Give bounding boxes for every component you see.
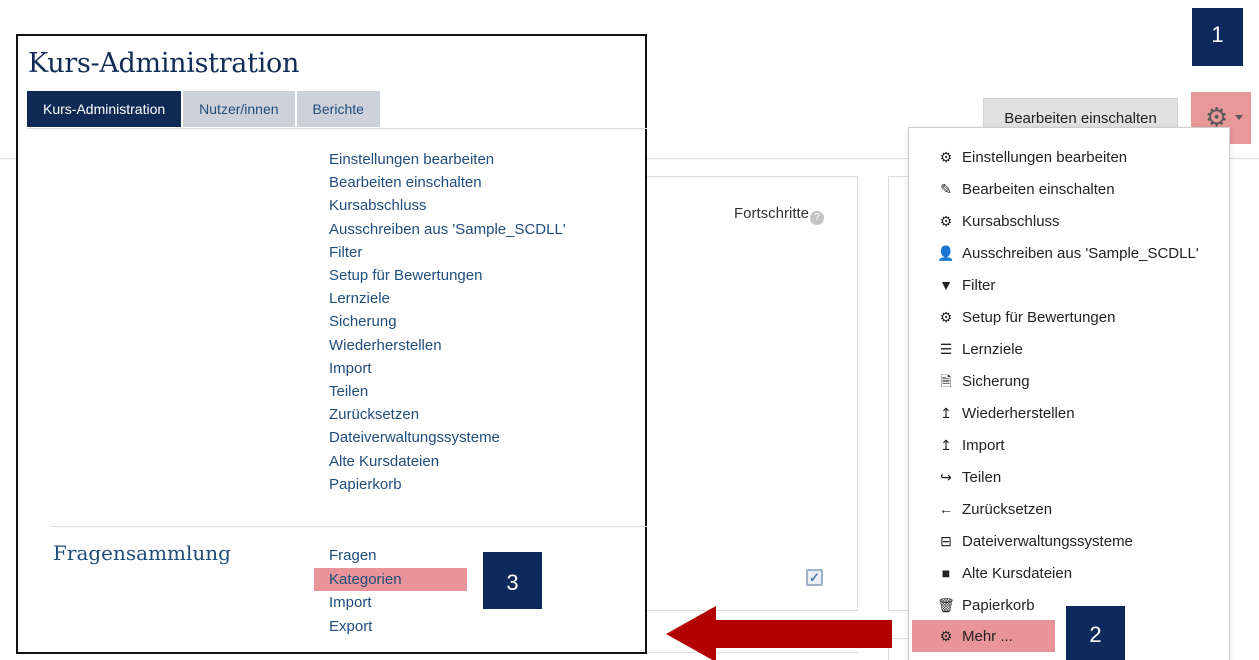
- menu-item-label: Teilen: [962, 468, 1002, 486]
- menu-item-label: Filter: [962, 276, 996, 294]
- share-icon: ↪: [940, 469, 952, 485]
- folder-icon: ■: [941, 565, 951, 581]
- menu-item-turn-editing-on[interactable]: ✎ Bearbeiten einschalten: [909, 173, 1229, 205]
- menu-item-label: Bearbeiten einschalten: [962, 180, 1115, 198]
- tabs-underline: [27, 128, 647, 129]
- menu-item-label: Dateiverwaltungssysteme: [962, 532, 1133, 550]
- menu-item-restore[interactable]: ↥ Wiederherstellen: [909, 397, 1229, 429]
- link-import[interactable]: Import: [329, 357, 629, 380]
- course-administration-panel: Kurs-Administration Kurs-Administration …: [16, 34, 647, 654]
- question-bank-heading: Fragensammlung: [53, 541, 231, 565]
- link-recycle-bin[interactable]: Papierkorb: [329, 473, 629, 496]
- trash-icon: 🗑: [937, 597, 955, 613]
- link-categories[interactable]: Kategorien: [314, 567, 467, 591]
- link-restore[interactable]: Wiederherstellen: [329, 334, 629, 357]
- gear-icon: ⚙: [939, 309, 953, 325]
- menu-item-repositories[interactable]: ⊟ Dateiverwaltungssysteme: [909, 525, 1229, 557]
- link-question-import[interactable]: Import: [329, 591, 489, 615]
- menu-item-label: Zurücksetzen: [962, 500, 1053, 518]
- link-turn-editing-on[interactable]: Bearbeiten einschalten: [329, 171, 629, 194]
- menu-item-label: Setup für Bewertungen: [962, 308, 1116, 326]
- menu-item-share[interactable]: ↪ Teilen: [909, 461, 1229, 493]
- menu-item-label: Einstellungen bearbeiten: [962, 148, 1128, 166]
- progress-label-text: Fortschritte: [734, 205, 810, 222]
- menu-item-more[interactable]: ⚙ Mehr ...: [912, 620, 1055, 652]
- upload-icon: ↥: [940, 405, 952, 421]
- menu-item-label: Alte Kursdateien: [962, 564, 1073, 582]
- menu-item-backup[interactable]: 🗎 Sicherung: [909, 365, 1229, 397]
- link-filter[interactable]: Filter: [329, 241, 629, 264]
- progress-label: Fortschritte?: [734, 205, 825, 225]
- user-icon: 👤: [937, 245, 955, 261]
- gear-icon: ⚙: [939, 213, 953, 229]
- menu-item-filter[interactable]: ▼ Filter: [909, 269, 1229, 301]
- menu-item-reset[interactable]: ← Zurücksetzen: [909, 493, 1229, 525]
- link-outcomes[interactable]: Lernziele: [329, 287, 629, 310]
- menu-item-label: Sicherung: [962, 372, 1030, 390]
- completion-checkbox-icon[interactable]: ✓: [806, 569, 823, 586]
- callout-step-2: 2: [1066, 606, 1125, 660]
- chevron-down-icon: [1235, 115, 1243, 120]
- menu-item-label: Mehr ...: [962, 627, 1013, 645]
- course-settings-dropdown: ⚙ Einstellungen bearbeiten ✎ Bearbeiten ei…: [908, 127, 1230, 660]
- link-questions[interactable]: Fragen: [329, 544, 489, 568]
- menu-item-label: Papierkorb: [962, 596, 1035, 614]
- menu-item-outcomes[interactable]: ☰ Lernziele: [909, 333, 1229, 365]
- menu-item-label: Kursabschluss: [962, 212, 1060, 230]
- section-divider: [50, 526, 647, 527]
- menu-item-legacy-files[interactable]: ■ Alte Kursdateien: [909, 557, 1229, 589]
- link-unenrol[interactable]: Ausschreiben aus 'Sample_SCDLL': [329, 218, 629, 241]
- link-gradebook-setup[interactable]: Setup für Bewertungen: [329, 264, 629, 287]
- menu-item-edit-settings[interactable]: ⚙ Einstellungen bearbeiten: [909, 141, 1229, 173]
- callout-step-1: 1: [1192, 8, 1243, 66]
- pencil-icon: ✎: [940, 181, 952, 197]
- tab-reports[interactable]: Berichte: [296, 91, 380, 127]
- link-backup[interactable]: Sicherung: [329, 310, 629, 333]
- upload-icon: ↥: [940, 437, 952, 453]
- link-course-completion[interactable]: Kursabschluss: [329, 194, 629, 217]
- admin-link-list: Einstellungen bearbeiten Bearbeiten eins…: [329, 148, 629, 496]
- tab-users[interactable]: Nutzer/innen: [183, 91, 295, 127]
- link-question-export[interactable]: Export: [329, 615, 489, 639]
- help-icon[interactable]: ?: [810, 211, 825, 225]
- list-icon: ☰: [939, 341, 953, 357]
- archive-file-icon: 🗎: [940, 373, 952, 389]
- menu-item-unenrol[interactable]: 👤 Ausschreiben aus 'Sample_SCDLL': [909, 237, 1229, 269]
- menu-item-import[interactable]: ↥ Import: [909, 429, 1229, 461]
- link-reset[interactable]: Zurücksetzen: [329, 403, 629, 426]
- link-legacy-files[interactable]: Alte Kursdateien: [329, 450, 629, 473]
- question-bank-links: Fragen Kategorien Import Export: [314, 544, 489, 639]
- gear-icon: ⚙: [939, 628, 953, 644]
- page-title: Kurs-Administration: [28, 48, 300, 79]
- course-content-panel: [640, 176, 858, 611]
- menu-item-course-completion[interactable]: ⚙ Kursabschluss: [909, 205, 1229, 237]
- callout-step-3: 3: [483, 552, 542, 609]
- link-share[interactable]: Teilen: [329, 380, 629, 403]
- admin-tabs: Kurs-Administration Nutzer/innen Bericht…: [27, 91, 382, 127]
- link-edit-settings[interactable]: Einstellungen bearbeiten: [329, 148, 629, 171]
- arrow-left-icon: ←: [939, 501, 953, 517]
- link-repositories[interactable]: Dateiverwaltungssysteme: [329, 426, 629, 449]
- hard-drive-icon: ⊟: [940, 533, 952, 549]
- menu-item-label: Wiederherstellen: [962, 404, 1075, 422]
- menu-item-label: Ausschreiben aus 'Sample_SCDLL': [962, 244, 1199, 262]
- tab-course-administration[interactable]: Kurs-Administration: [27, 91, 182, 127]
- menu-item-label: Lernziele: [962, 340, 1023, 358]
- menu-item-label: Import: [962, 436, 1005, 454]
- annotation-arrow-icon: [666, 606, 892, 660]
- gear-icon: ⚙: [939, 149, 953, 165]
- menu-item-gradebook-setup[interactable]: ⚙ Setup für Bewertungen: [909, 301, 1229, 333]
- filter-icon: ▼: [939, 277, 953, 293]
